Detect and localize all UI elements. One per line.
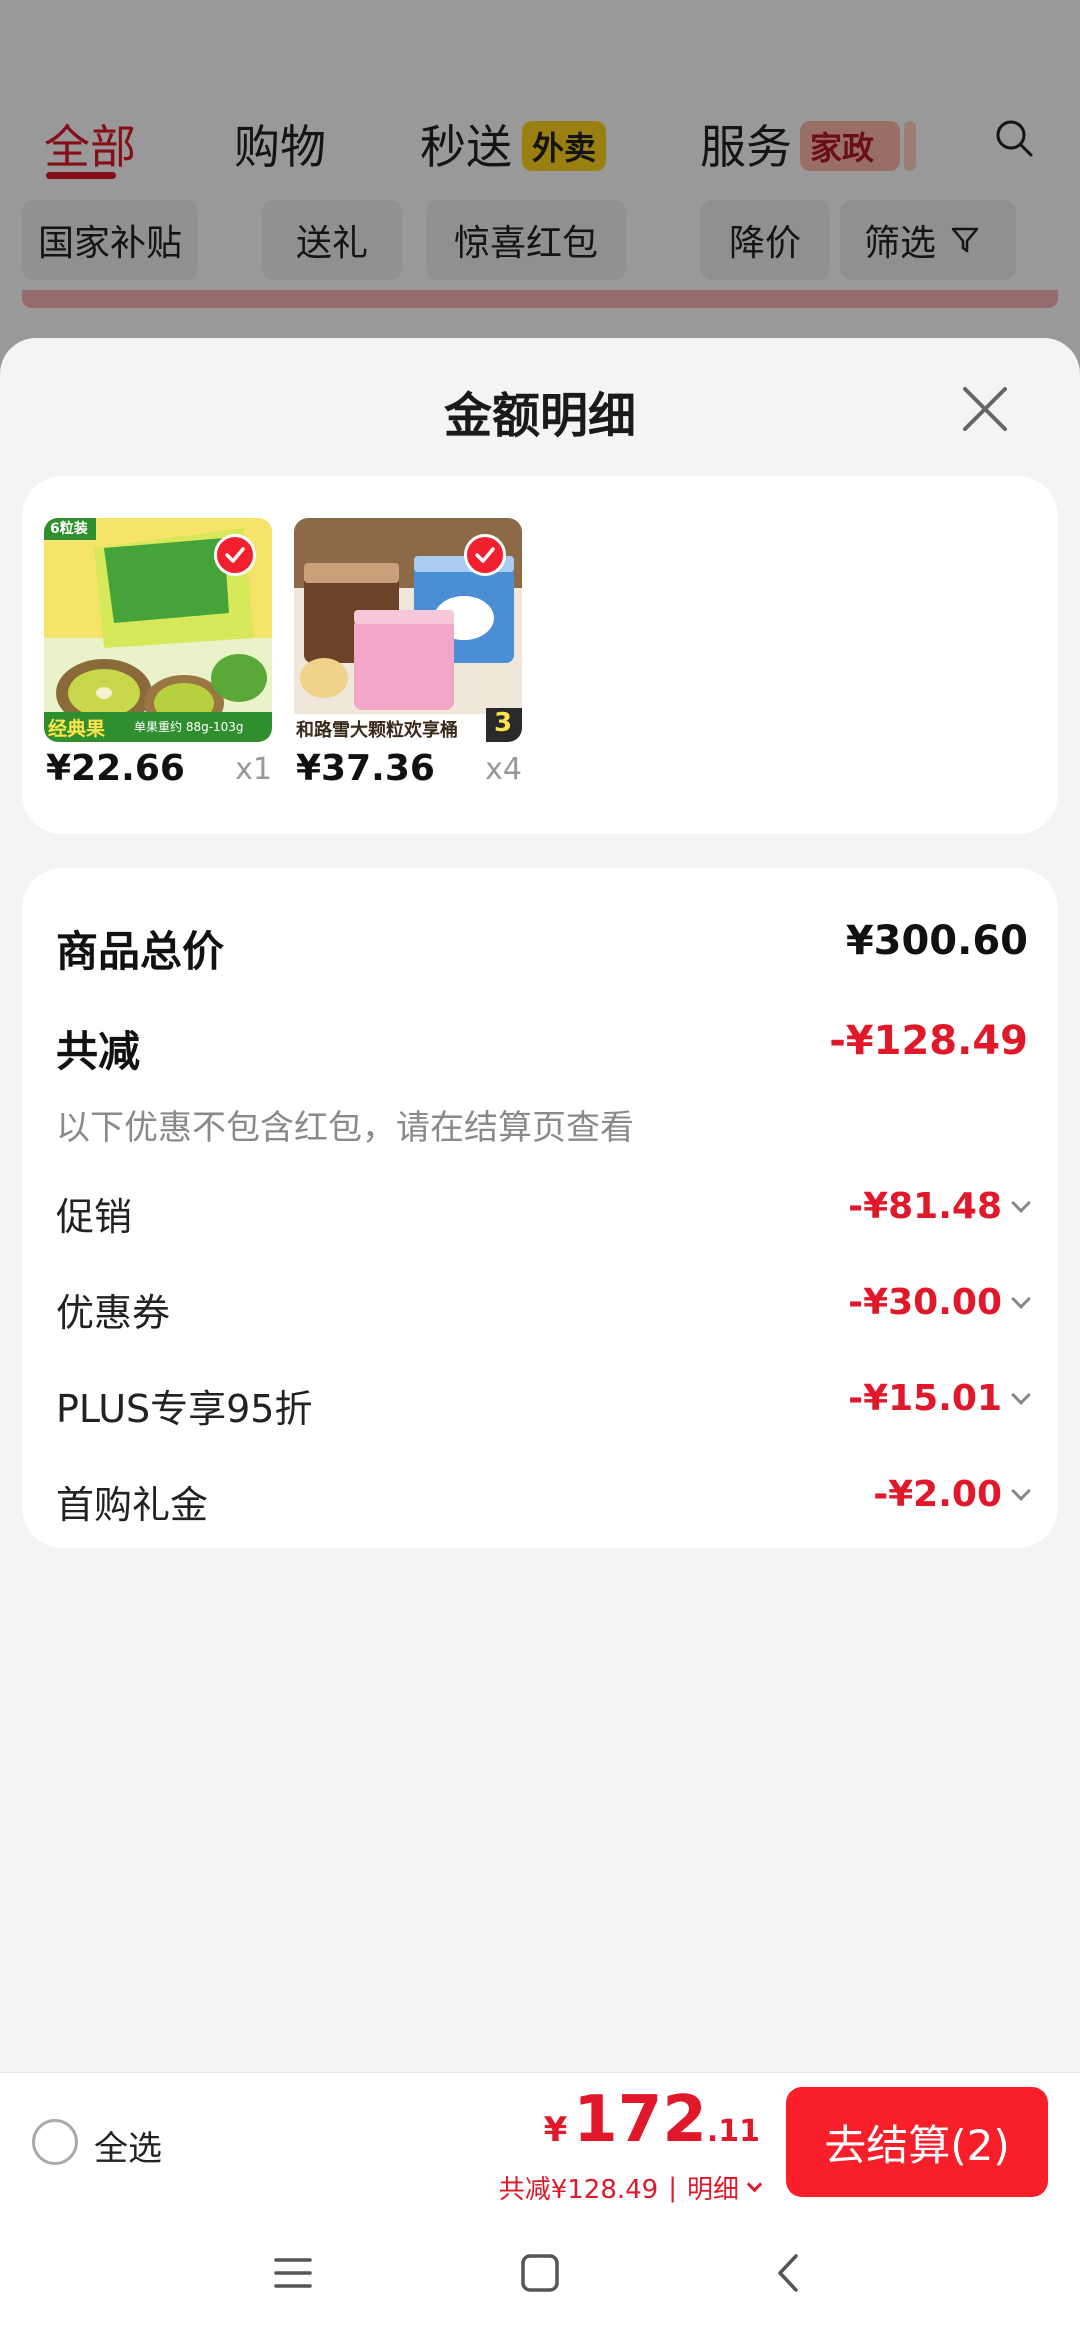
pay-amount: ¥ 172 .11 — [544, 2083, 760, 2157]
chevron-down-icon — [1011, 1192, 1031, 1213]
pay-amount-integer: 172 — [573, 2083, 707, 2157]
total-price-value: ¥300.60 — [845, 918, 1028, 964]
product-banner: 经典果 — [48, 718, 106, 740]
total-price-label: 商品总价 — [56, 927, 225, 976]
products-card: 6粒装 经典果 单果重约 88g-103g ¥22.66 x1 和路雪大颗粒欢享… — [22, 476, 1058, 834]
product-banner: 和路雪大颗粒欢享桶 — [296, 720, 458, 741]
discount-value: -¥81.48 — [848, 1186, 1031, 1227]
redpacket-note: 以下优惠不包含红包，请在结算页查看 — [56, 1108, 634, 1148]
pack-tag: 6粒装 — [50, 521, 88, 537]
chevron-down-icon — [746, 2176, 763, 2193]
product-image-kiwi: 6粒装 经典果 单果重约 88g-103g — [44, 518, 272, 742]
select-all-label[interactable]: 全选 — [94, 2121, 162, 2170]
product-image-icecream: 和路雪大颗粒欢享桶 3 — [294, 518, 522, 742]
product-price: ¥37.36 — [296, 748, 435, 789]
chevron-down-icon — [1011, 1288, 1031, 1309]
sheet-title: 金额明细 — [443, 388, 636, 444]
detail-link[interactable]: 明细 — [687, 2169, 739, 2206]
amount-detail-sheet: 金额明细 6粒装 经典果 单果重约 88g-103g ¥22.66 x1 和路雪… — [0, 338, 1080, 2340]
discount-row-first-purchase[interactable]: 首购礼金 -¥2.00 — [56, 1474, 1031, 1530]
count-tag: 3 — [494, 708, 513, 738]
discount-label: 优惠券 — [56, 1291, 171, 1335]
product-item[interactable]: 6粒装 经典果 单果重约 88g-103g ¥22.66 x1 — [44, 518, 272, 789]
product-caption: 单果重约 88g-103g — [134, 720, 244, 734]
close-icon[interactable] — [962, 386, 1008, 432]
product-qty: x4 — [485, 752, 522, 787]
back-icon[interactable] — [768, 2252, 810, 2294]
discount-row-promotion[interactable]: 促销 -¥81.48 — [56, 1186, 1031, 1242]
currency-symbol: ¥ — [543, 2110, 568, 2150]
menu-icon[interactable] — [272, 2252, 314, 2294]
selected-check-icon[interactable] — [214, 534, 256, 576]
selected-check-icon[interactable] — [464, 534, 506, 576]
product-item[interactable]: 和路雪大颗粒欢享桶 3 ¥37.36 x4 — [294, 518, 522, 789]
system-nav-bar — [0, 2210, 1080, 2340]
product-qty: x1 — [235, 752, 272, 787]
discount-row-coupon[interactable]: 优惠券 -¥30.00 — [56, 1282, 1031, 1338]
product-price: ¥22.66 — [46, 748, 185, 789]
discount-label: PLUS专享95折 — [56, 1387, 313, 1431]
chevron-down-icon — [1011, 1480, 1031, 1501]
discount-value: -¥30.00 — [848, 1282, 1031, 1323]
price-summary-card: 商品总价 ¥300.60 共减 -¥128.49 以下优惠不包含红包，请在结算页… — [22, 868, 1058, 1548]
chevron-down-icon — [1011, 1384, 1031, 1405]
reduction-label: 共减 — [56, 1027, 141, 1076]
discount-value: -¥2.00 — [873, 1474, 1031, 1515]
discount-value: -¥15.01 — [848, 1378, 1031, 1419]
pay-amount-decimal: .11 — [706, 2114, 760, 2149]
reduction-value: -¥128.49 — [829, 1018, 1028, 1064]
discount-label: 首购礼金 — [56, 1483, 209, 1527]
discount-row-plus[interactable]: PLUS专享95折 -¥15.01 — [56, 1378, 1031, 1434]
total-price-row: 商品总价 ¥300.60 — [56, 918, 1028, 978]
discount-label: 促销 — [56, 1195, 133, 1239]
select-all-radio[interactable] — [32, 2119, 78, 2165]
reduction-row: 共减 -¥128.49 — [56, 1018, 1028, 1078]
home-icon[interactable] — [519, 2252, 561, 2294]
savings-text: 共减¥128.49 — [498, 2175, 659, 2205]
checkout-button[interactable]: 去结算(2) — [786, 2087, 1048, 2197]
savings-detail-toggle[interactable]: 共减¥128.49 | 明细 — [498, 2169, 763, 2206]
checkout-bar: 全选 ¥ 172 .11 共减¥128.49 | 明细 去结算(2) — [0, 2072, 1080, 2210]
